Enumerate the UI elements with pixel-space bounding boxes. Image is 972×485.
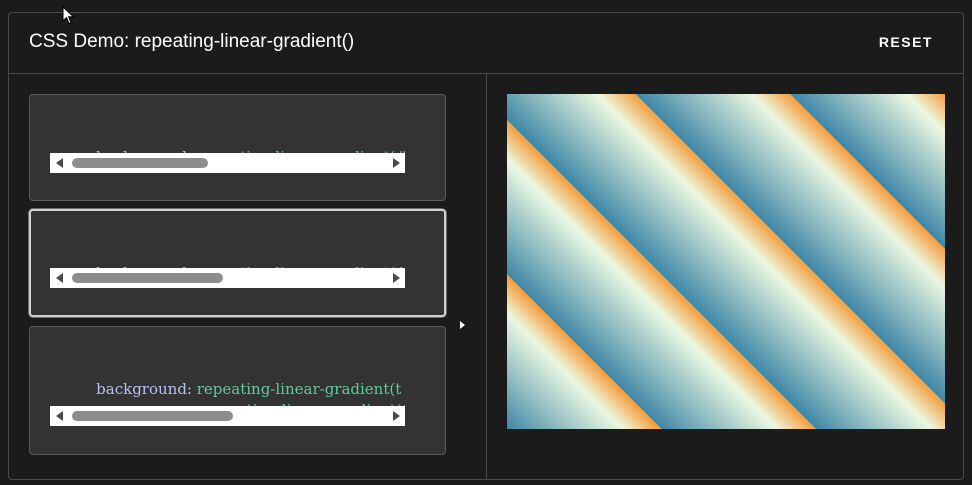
triangle-left-icon[interactable] [56,411,63,421]
demo-frame: CSS Demo: repeating-linear-gradient() RE… [8,12,964,480]
scrollbar-thumb[interactable] [72,273,223,283]
triangle-right-icon [460,321,465,329]
demo-title: CSS Demo: repeating-linear-gradient() [29,31,355,52]
scrollbar-thumb[interactable] [72,411,233,421]
triangle-left-icon[interactable] [56,158,63,168]
horizontal-scrollbar[interactable] [50,406,405,426]
triangle-right-icon[interactable] [393,273,400,283]
reset-button[interactable]: RESET [879,34,933,50]
horizontal-scrollbar[interactable] [50,153,405,173]
triangle-right-icon[interactable] [393,411,400,421]
example-option-2[interactable]: background: repeating-linear-gradient(4 [29,209,446,317]
example-option-3[interactable]: background: repeating-linear-gradient(t … [29,326,446,455]
example-option-1[interactable]: background: repeating-linear-gradient(# [29,94,446,201]
triangle-right-icon[interactable] [393,158,400,168]
gradient-preview [507,94,945,429]
horizontal-scrollbar[interactable] [50,268,405,288]
demo-header: CSS Demo: repeating-linear-gradient() RE… [9,13,963,74]
arrow-cursor-icon [62,6,75,25]
options-panel: background: repeating-linear-gradient(# … [9,74,487,479]
scrollbar-thumb[interactable] [72,158,208,168]
triangle-left-icon[interactable] [56,273,63,283]
